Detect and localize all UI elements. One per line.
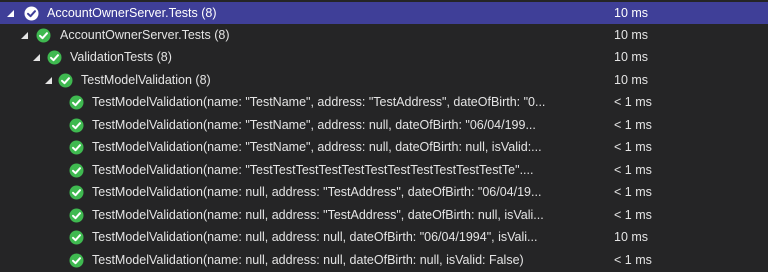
tree-row-duration: 10 ms — [614, 28, 649, 42]
tree-row-duration: 10 ms — [614, 50, 649, 64]
tree-row-duration: < 1 ms — [614, 208, 652, 222]
tree-row-test-case[interactable]: TestModelValidation(name: null, address:… — [0, 181, 768, 203]
tree-row-label: AccountOwnerServer.Tests (8) — [60, 28, 230, 42]
tree-row-label: ValidationTests (8) — [70, 50, 172, 64]
tree-row-duration: 10 ms — [614, 6, 649, 20]
expanded-triangle-icon[interactable] — [44, 76, 53, 85]
tree-row-test-case[interactable]: TestModelValidation(name: null, address:… — [0, 226, 768, 248]
tree-row-duration: < 1 ms — [614, 185, 652, 199]
tree-row-label: TestModelValidation(name: "TestName", ad… — [92, 95, 546, 109]
check-circle-icon — [36, 28, 51, 43]
check-circle-icon — [69, 208, 84, 223]
tree-row-test-case[interactable]: TestModelValidation(name: "TestTestTestT… — [0, 159, 768, 181]
check-circle-icon — [69, 118, 84, 133]
tree-row-test-case[interactable]: TestModelValidation(name: "TestName", ad… — [0, 136, 768, 158]
tree-row-duration: 10 ms — [614, 230, 649, 244]
expanded-triangle-icon[interactable] — [6, 9, 15, 18]
tree-row-label: TestModelValidation(name: null, address:… — [92, 253, 524, 267]
check-circle-icon — [24, 6, 39, 21]
check-circle-icon — [69, 95, 84, 110]
check-circle-icon — [69, 140, 84, 155]
tree-row-label: TestModelValidation(name: "TestTestTestT… — [92, 163, 534, 177]
expanded-triangle-icon[interactable] — [32, 53, 41, 62]
check-circle-icon — [69, 185, 84, 200]
check-circle-icon — [58, 73, 73, 88]
check-circle-icon — [69, 253, 84, 268]
check-circle-icon — [69, 163, 84, 178]
tree-row-label: TestModelValidation(name: null, address:… — [92, 208, 544, 222]
tree-row-label: TestModelValidation(name: null, address:… — [92, 230, 538, 244]
tree-row-test-case[interactable]: TestModelValidation(name: null, address:… — [0, 204, 768, 226]
tree-row-label: TestModelValidation(name: "TestName", ad… — [92, 118, 536, 132]
tree-row-duration: < 1 ms — [614, 163, 652, 177]
tree-row-label: AccountOwnerServer.Tests (8) — [47, 6, 217, 20]
check-circle-icon — [47, 50, 62, 65]
expanded-triangle-icon[interactable] — [20, 31, 29, 40]
tree-row-label: TestModelValidation(name: null, address:… — [92, 185, 542, 199]
tree-row-test-case[interactable]: TestModelValidation(name: "TestName", ad… — [0, 114, 768, 136]
tree-row-label: TestModelValidation(name: "TestName", ad… — [92, 140, 542, 154]
tree-row-duration: < 1 ms — [614, 253, 652, 267]
tree-row-project[interactable]: AccountOwnerServer.Tests (8) 10 ms — [0, 2, 768, 24]
tree-row-method-group[interactable]: TestModelValidation (8) 10 ms — [0, 69, 768, 91]
tree-row-project[interactable]: AccountOwnerServer.Tests (8) 10 ms — [0, 24, 768, 46]
tree-row-label: TestModelValidation (8) — [81, 73, 211, 87]
tree-row-duration: < 1 ms — [614, 118, 652, 132]
tree-row-duration: < 1 ms — [614, 95, 652, 109]
tree-row-duration: 10 ms — [614, 73, 649, 87]
check-circle-icon — [69, 230, 84, 245]
test-explorer-tree: AccountOwnerServer.Tests (8) 10 ms Accou… — [0, 0, 768, 272]
tree-row-class[interactable]: ValidationTests (8) 10 ms — [0, 46, 768, 68]
tree-row-duration: < 1 ms — [614, 140, 652, 154]
tree-row-test-case[interactable]: TestModelValidation(name: null, address:… — [0, 249, 768, 271]
tree-row-test-case[interactable]: TestModelValidation(name: "TestName", ad… — [0, 91, 768, 113]
